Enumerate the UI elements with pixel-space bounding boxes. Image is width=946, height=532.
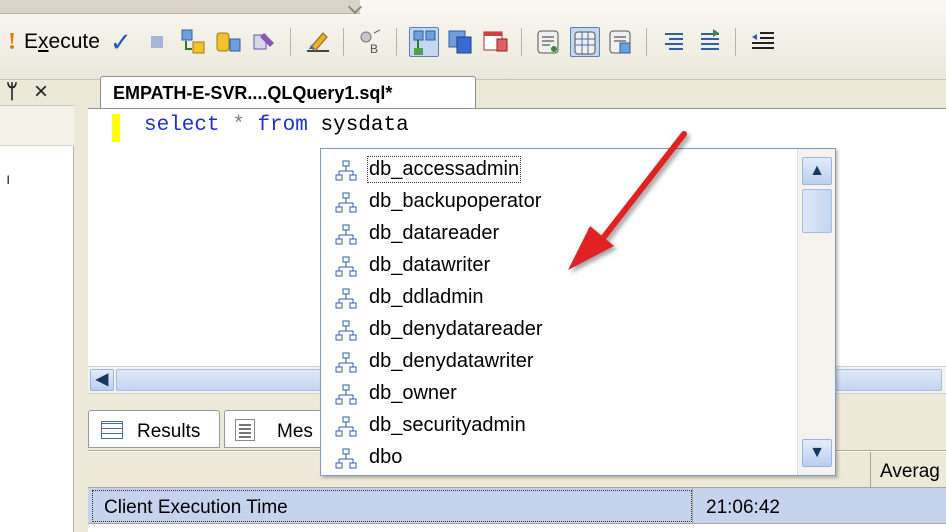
ssms-window: ! Execute ✓ B ᛘ × ı EMPATH-E-SVR....QLQu… bbox=[0, 0, 946, 532]
annotation-arrow-icon bbox=[568, 131, 687, 270]
